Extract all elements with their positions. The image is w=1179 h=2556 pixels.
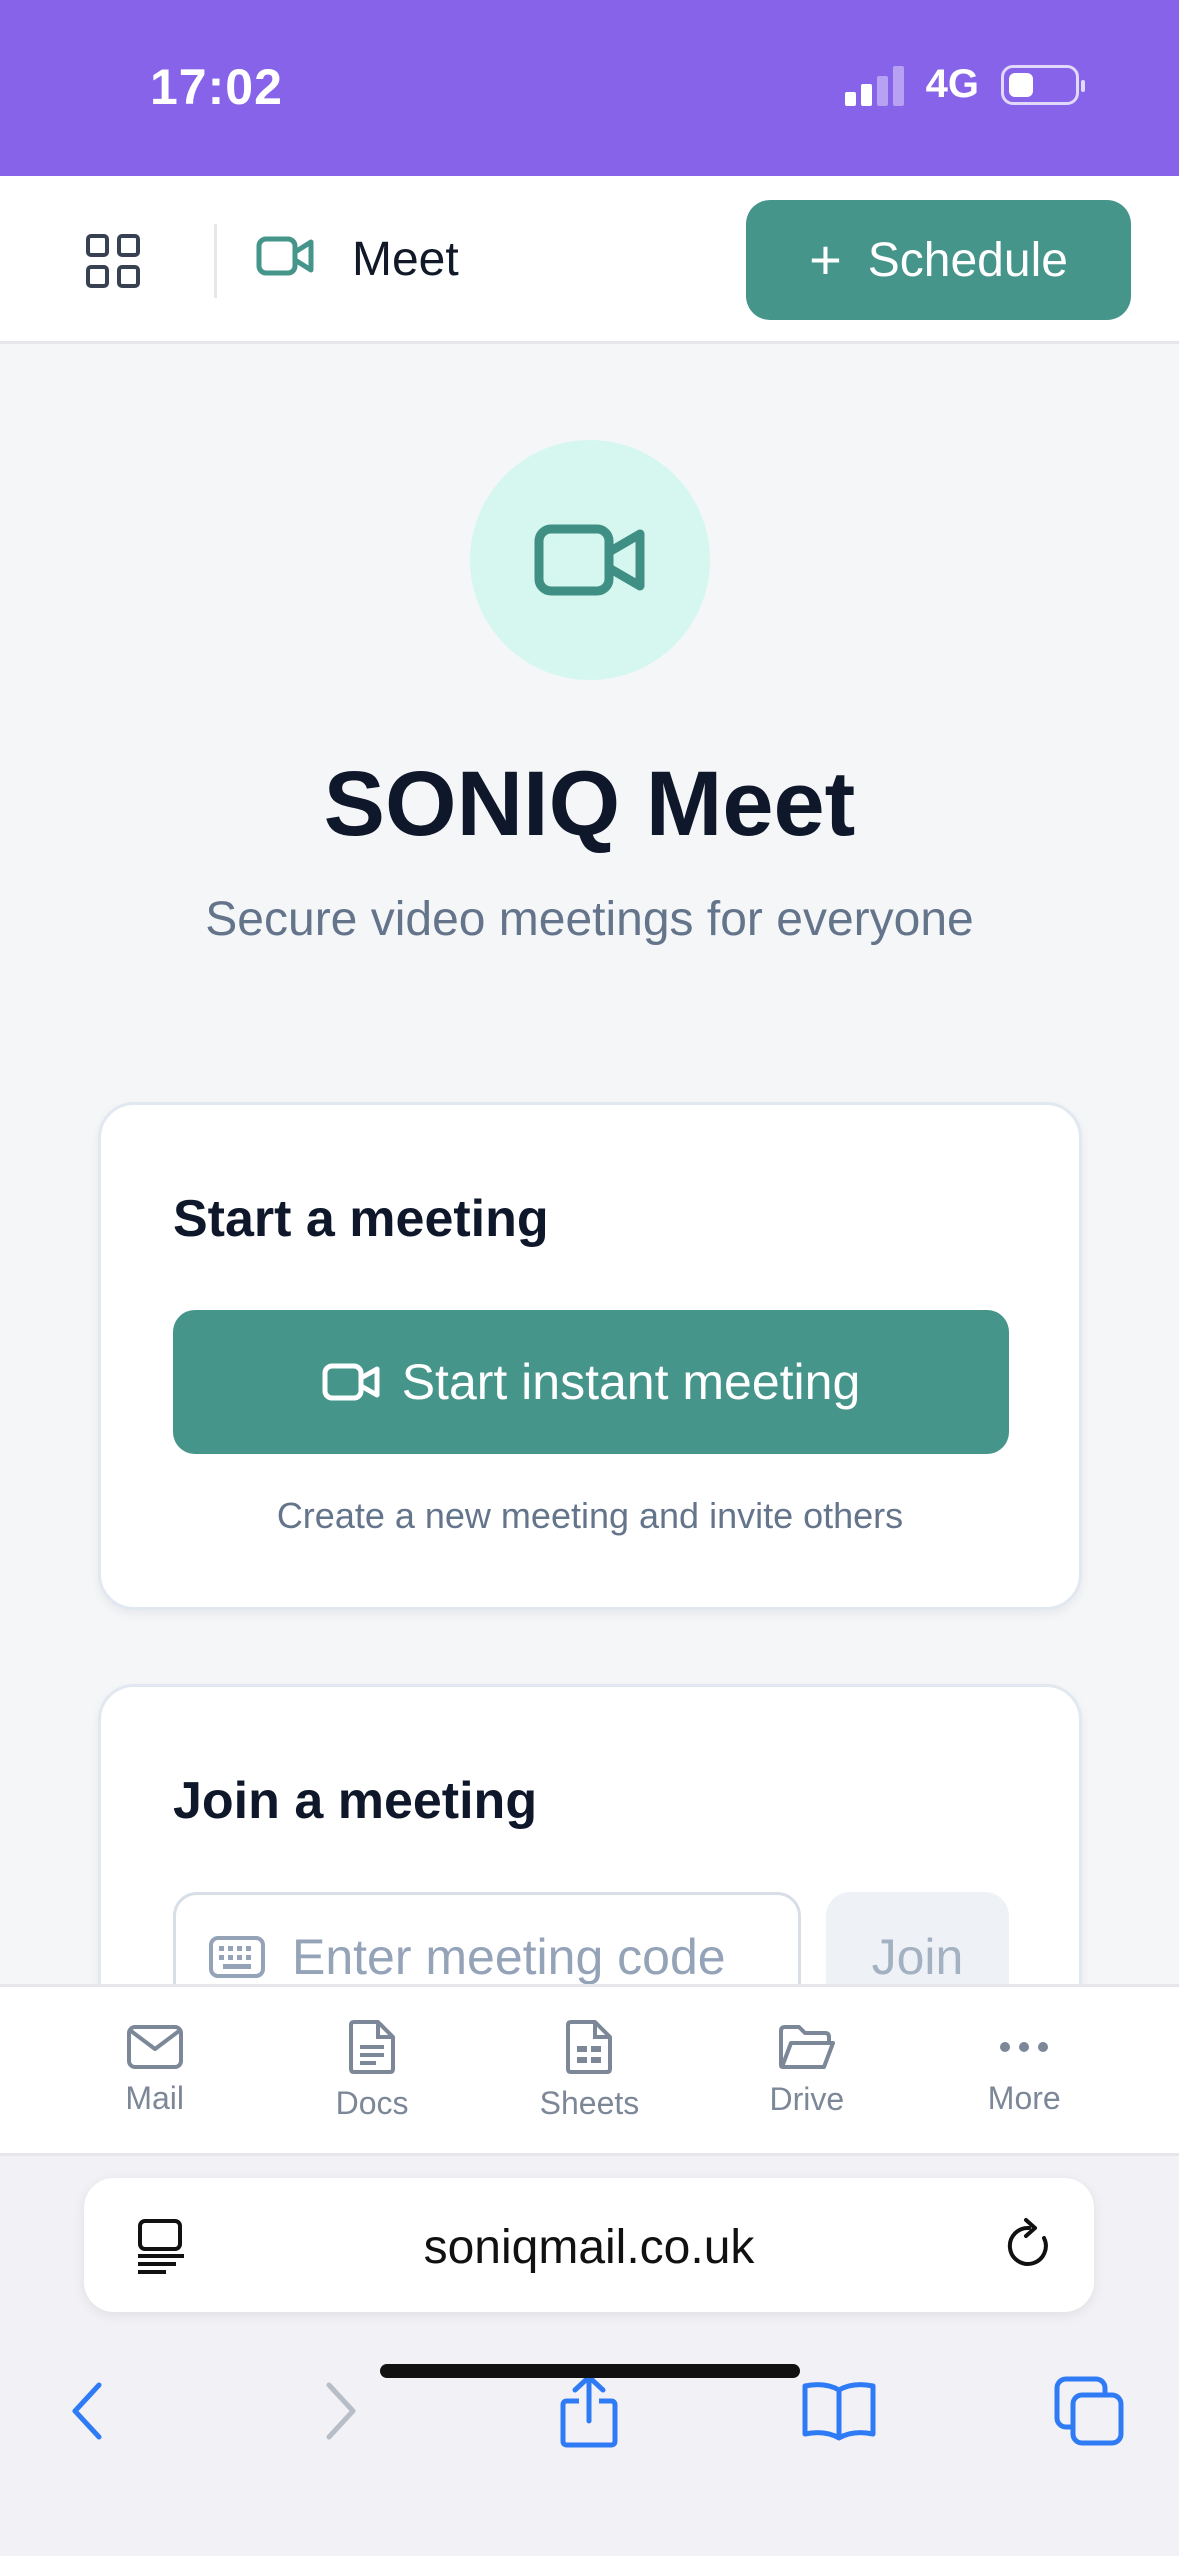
nav-item-sheets[interactable]: Sheets xyxy=(509,2019,669,2122)
nav-label: More xyxy=(987,2079,1061,2116)
tabs-icon xyxy=(1054,2376,1124,2446)
schedule-label: Schedule xyxy=(867,233,1068,287)
back-button[interactable] xyxy=(32,2356,142,2466)
book-icon xyxy=(802,2382,876,2441)
bottom-nav: Mail Docs Sheets Drive More xyxy=(0,1984,1179,2156)
browser-chrome: soniqmail.co.uk xyxy=(0,2156,1179,2556)
chevron-left-icon xyxy=(72,2382,102,2440)
reload-icon[interactable] xyxy=(1004,2216,1054,2272)
hero-icon-circle xyxy=(470,440,710,680)
start-instant-meeting-label: Start instant meeting xyxy=(401,1354,861,1410)
start-meeting-hint: Create a new meeting and invite others xyxy=(276,1495,904,1536)
start-instant-meeting-button[interactable]: Start instant meeting xyxy=(173,1310,1009,1454)
home-indicator xyxy=(380,2364,800,2378)
nav-label: Docs xyxy=(335,2084,409,2121)
hero-subtitle: Secure video meetings for everyone xyxy=(205,893,974,946)
nav-label: Mail xyxy=(125,2079,185,2116)
video-camera-icon xyxy=(322,1363,380,1401)
start-meeting-title: Start a meeting xyxy=(173,1190,549,1248)
mail-icon xyxy=(126,2024,183,2069)
url-text: soniqmail.co.uk xyxy=(423,2221,755,2274)
start-meeting-card: Start a meeting Start instant meeting Cr… xyxy=(98,1102,1082,1610)
hero-title: SONIQ Meet xyxy=(323,753,856,855)
app-header: Meet + Schedule xyxy=(0,176,1179,344)
share-icon xyxy=(560,2374,618,2448)
apps-grid-icon[interactable] xyxy=(86,234,140,288)
nav-item-drive[interactable]: Drive xyxy=(727,2023,887,2118)
status-bar: 17:02 4G xyxy=(0,0,1179,176)
page-title: Meet xyxy=(352,233,459,286)
chevron-right-icon xyxy=(326,2382,356,2440)
drive-icon xyxy=(778,2024,835,2069)
sheets-icon xyxy=(566,2019,613,2074)
nav-item-mail[interactable]: Mail xyxy=(75,2024,235,2117)
address-bar[interactable]: soniqmail.co.uk xyxy=(84,2178,1094,2312)
signal-icon xyxy=(844,64,904,106)
more-icon xyxy=(1000,2041,1049,2052)
nav-item-docs[interactable]: Docs xyxy=(292,2019,452,2122)
network-type: 4G xyxy=(925,62,979,106)
schedule-button[interactable]: + Schedule xyxy=(746,200,1131,320)
join-meeting-title: Join a meeting xyxy=(173,1772,538,1830)
status-time: 17:02 xyxy=(150,59,283,115)
meeting-code-input[interactable] xyxy=(292,1928,752,1986)
status-indicators: 4G xyxy=(844,62,1085,107)
header-divider xyxy=(214,224,217,298)
bookmarks-button[interactable] xyxy=(784,2356,894,2466)
video-camera-icon xyxy=(534,524,645,596)
video-camera-icon xyxy=(256,236,314,276)
battery-icon xyxy=(1001,64,1085,105)
nav-item-more[interactable]: More xyxy=(944,2024,1104,2117)
tabs-button[interactable] xyxy=(1034,2356,1144,2466)
keyboard-icon xyxy=(209,1936,265,1978)
docs-icon xyxy=(349,2019,396,2074)
nav-label: Sheets xyxy=(539,2084,640,2121)
plus-icon: + xyxy=(809,228,842,291)
nav-label: Drive xyxy=(769,2080,845,2117)
